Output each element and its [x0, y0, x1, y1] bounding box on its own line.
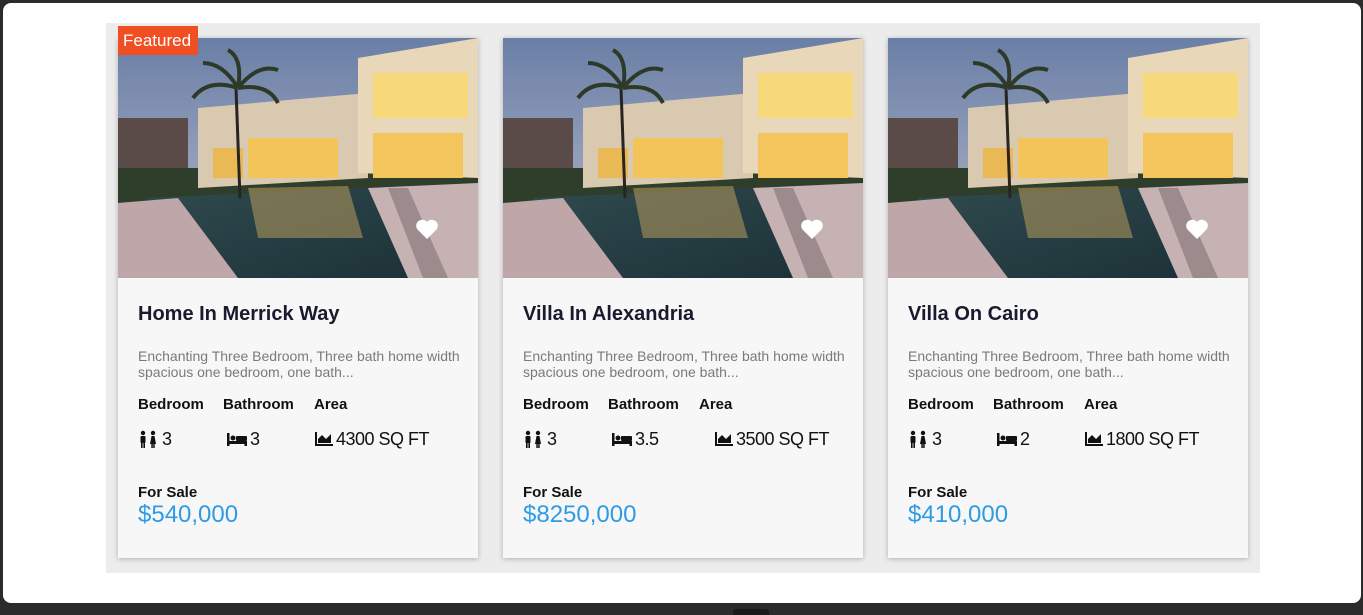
bedroom-label: Bedroom — [908, 396, 974, 413]
people-icon — [140, 430, 156, 448]
area-chart-icon — [315, 432, 333, 446]
area-value: 3500 SQ FT — [736, 429, 830, 449]
bathroom-value: 3.5 — [635, 429, 659, 449]
property-description: Enchanting Three Bedroom, Three bath hom… — [138, 348, 460, 380]
heart-icon[interactable] — [1185, 218, 1209, 240]
property-photo[interactable] — [888, 38, 1248, 278]
heart-icon[interactable] — [415, 218, 439, 240]
property-card[interactable]: Home In Merrick Way Enchanting Three Bed… — [118, 38, 478, 558]
area-label: Area — [699, 396, 733, 413]
area-size: 1800 SQ FT — [1084, 428, 1200, 450]
bathroom-count: 2 — [996, 428, 1030, 450]
bedroom-count: 3 — [523, 428, 557, 450]
area-label: Area — [1084, 396, 1118, 413]
bathroom-label: Bathroom — [223, 396, 294, 413]
property-title[interactable]: Villa On Cairo — [908, 302, 1039, 326]
property-price: $540,000 — [138, 501, 239, 528]
property-description: Enchanting Three Bedroom, Three bath hom… — [908, 348, 1230, 380]
bed-icon — [227, 433, 247, 446]
bathroom-count: 3.5 — [611, 428, 659, 450]
area-value: 1800 SQ FT — [1106, 429, 1200, 449]
area-value: 4300 SQ FT — [336, 429, 430, 449]
bathroom-count: 3 — [226, 428, 260, 450]
property-description: Enchanting Three Bedroom, Three bath hom… — [523, 348, 845, 380]
bedroom-value: 3 — [547, 429, 557, 449]
villa-photo-image — [888, 38, 1248, 278]
bathroom-label: Bathroom — [608, 396, 679, 413]
bedroom-label: Bedroom — [138, 396, 204, 413]
listing-status: For Sale — [523, 484, 583, 501]
heart-icon[interactable] — [800, 218, 824, 240]
property-price: $8250,000 — [523, 501, 637, 528]
area-size: 4300 SQ FT — [314, 428, 430, 450]
bedroom-count: 3 — [138, 428, 172, 450]
featured-badge: Featured — [118, 26, 198, 55]
bedroom-value: 3 — [932, 429, 942, 449]
bed-icon — [612, 433, 632, 446]
area-chart-icon — [1085, 432, 1103, 446]
featured-label: Featured — [123, 31, 192, 50]
bathroom-value: 2 — [1020, 429, 1030, 449]
property-price: $410,000 — [908, 501, 1009, 528]
bathroom-label: Bathroom — [993, 396, 1064, 413]
bedroom-count: 3 — [908, 428, 942, 450]
app-window: Home In Merrick Way Enchanting Three Bed… — [3, 3, 1361, 603]
people-icon — [910, 430, 926, 448]
area-chart-icon — [715, 432, 733, 446]
property-card[interactable]: Villa On Cairo Enchanting Three Bedroom,… — [888, 38, 1248, 558]
bedroom-value: 3 — [162, 429, 172, 449]
property-card[interactable]: Villa In Alexandria Enchanting Three Bed… — [503, 38, 863, 558]
taskbar-handle — [733, 609, 769, 615]
people-icon — [525, 430, 541, 448]
property-photo[interactable] — [503, 38, 863, 278]
bed-icon — [997, 433, 1017, 446]
property-title[interactable]: Home In Merrick Way — [138, 302, 340, 326]
area-size: 3500 SQ FT — [714, 428, 830, 450]
taskbar-strip — [0, 603, 1363, 615]
bedroom-label: Bedroom — [523, 396, 589, 413]
property-listing-panel: Home In Merrick Way Enchanting Three Bed… — [106, 23, 1260, 573]
villa-photo-image — [118, 38, 478, 278]
listing-status: For Sale — [908, 484, 968, 501]
property-photo[interactable] — [118, 38, 478, 278]
bathroom-value: 3 — [250, 429, 260, 449]
villa-photo-image — [503, 38, 863, 278]
property-title[interactable]: Villa In Alexandria — [523, 302, 694, 326]
listing-status: For Sale — [138, 484, 198, 501]
area-label: Area — [314, 396, 348, 413]
